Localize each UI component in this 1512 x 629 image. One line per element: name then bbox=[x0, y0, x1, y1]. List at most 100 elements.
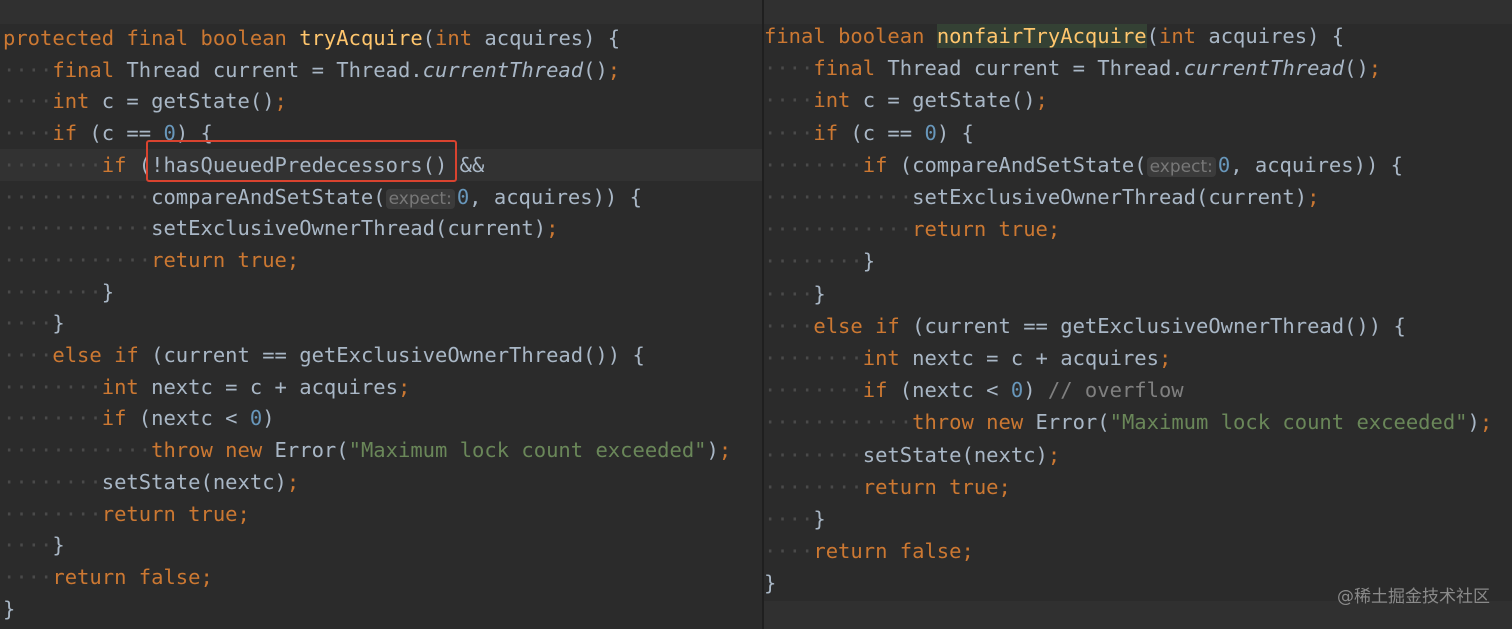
code-line[interactable]: ········} bbox=[0, 276, 762, 308]
code-token: int bbox=[52, 89, 90, 114]
code-line[interactable]: ········int nextc = c + acquires; bbox=[0, 371, 762, 403]
code-token: ; bbox=[237, 501, 250, 526]
indent-guide: ········ bbox=[764, 249, 863, 274]
code-line[interactable]: ············compareAndSetState(expect: 0,… bbox=[0, 181, 762, 213]
right-editor-pane[interactable]: final boolean nonfairTryAcquire(int acqu… bbox=[764, 0, 1512, 629]
code-token: 0 bbox=[924, 120, 937, 145]
code-line[interactable]: ········if (nextc < 0) bbox=[0, 402, 762, 434]
code-line[interactable]: ····else if (current == getExclusiveOwne… bbox=[764, 310, 1512, 342]
indent-guide: ········ bbox=[764, 152, 863, 177]
code-token: ; bbox=[718, 438, 732, 463]
code-token: } bbox=[862, 249, 876, 274]
code-token: (nextc < bbox=[126, 406, 250, 431]
indent-guide: ············ bbox=[3, 247, 152, 272]
code-line[interactable]: ········return true; bbox=[764, 471, 1512, 503]
code-token: if bbox=[813, 120, 839, 145]
code-token: } bbox=[3, 596, 16, 621]
code-token: ) bbox=[706, 438, 719, 463]
code-line[interactable]: } bbox=[0, 593, 762, 625]
code-token: setState(nextc) bbox=[862, 442, 1048, 467]
code-token: , acquires)) { bbox=[469, 184, 642, 209]
code-line[interactable]: final boolean nonfairTryAcquire(int acqu… bbox=[764, 20, 1512, 52]
code-line[interactable]: ············setExclusiveOwnerThread(curr… bbox=[0, 212, 762, 244]
left-editor-pane[interactable]: protected final boolean tryAcquire(int a… bbox=[0, 0, 762, 629]
code-line[interactable]: ····} bbox=[764, 503, 1512, 535]
code-line[interactable]: ········if (compareAndSetState(expect: 0,… bbox=[764, 149, 1512, 181]
code-token: } bbox=[52, 311, 65, 336]
code-line[interactable]: ········setState(nextc); bbox=[0, 466, 762, 498]
code-line[interactable]: ········setState(nextc); bbox=[764, 439, 1512, 471]
code-token: ) bbox=[1023, 378, 1048, 403]
indent-guide: ···· bbox=[3, 533, 53, 558]
code-token: ; bbox=[286, 469, 300, 494]
code-token: setState(nextc) bbox=[101, 469, 287, 494]
code-token: 0 bbox=[249, 406, 263, 431]
code-token: false bbox=[899, 539, 962, 564]
code-line[interactable]: ········if (nextc < 0) // overflow bbox=[764, 374, 1512, 406]
code-token: false bbox=[138, 564, 201, 589]
code-token: (current == getExclusiveOwnerThread()) { bbox=[899, 313, 1406, 338]
code-token: true bbox=[949, 474, 999, 499]
code-token: Thread current = Thread. bbox=[114, 57, 423, 82]
code-line[interactable]: protected final boolean tryAcquire(int a… bbox=[0, 22, 762, 54]
code-line[interactable]: ········return true; bbox=[0, 498, 762, 530]
code-line[interactable]: ············return true; bbox=[0, 244, 762, 276]
code-token: final bbox=[813, 56, 876, 81]
indent-guide: ············ bbox=[764, 217, 913, 242]
code-line[interactable]: ········} bbox=[764, 245, 1512, 277]
code-token: c = getState() bbox=[89, 89, 275, 114]
code-token: if bbox=[862, 152, 888, 177]
code-token: Thread current = Thread. bbox=[875, 56, 1184, 81]
code-token: nextc = c + acquires bbox=[138, 374, 398, 399]
code-token: nextc = c + acquires bbox=[899, 346, 1159, 370]
code-line[interactable]: ····else if (current == getExclusiveOwne… bbox=[0, 339, 762, 371]
code-token: Error( bbox=[262, 438, 349, 463]
indent-guide: ············ bbox=[3, 184, 152, 209]
code-comparison-screen: protected final boolean tryAcquire(int a… bbox=[0, 0, 1512, 629]
code-token: } bbox=[764, 571, 777, 596]
code-token: int bbox=[1158, 24, 1197, 48]
code-token: ; bbox=[998, 474, 1011, 499]
code-token: c = getState() bbox=[850, 88, 1036, 113]
code-line[interactable]: ····final Thread current = Thread.curren… bbox=[764, 52, 1512, 84]
code-line[interactable]: ····final Thread current = Thread.curren… bbox=[0, 54, 762, 86]
code-token: protected bbox=[3, 26, 115, 50]
code-line[interactable]: ····} bbox=[764, 278, 1512, 310]
code-token: ; bbox=[961, 539, 974, 564]
code-token: ; bbox=[1479, 410, 1493, 435]
code-token: if bbox=[101, 152, 127, 177]
code-line[interactable]: ············throw new Error("Maximum loc… bbox=[764, 406, 1512, 438]
code-token: } bbox=[52, 533, 65, 558]
code-token: return bbox=[52, 564, 127, 589]
code-line[interactable]: ············throw new Error("Maximum loc… bbox=[0, 434, 762, 466]
code-token: int bbox=[435, 26, 473, 50]
code-line[interactable]: ····} bbox=[0, 307, 762, 339]
code-token: ; bbox=[1047, 442, 1061, 467]
code-line[interactable]: ············setExclusiveOwnerThread(curr… bbox=[764, 181, 1512, 213]
code-line[interactable]: ····return false; bbox=[764, 535, 1512, 567]
code-token: if bbox=[862, 378, 888, 403]
code-line[interactable]: ····if (c == 0) { bbox=[764, 117, 1512, 149]
code-token: return bbox=[862, 474, 937, 499]
code-line[interactable]: ····} bbox=[0, 529, 762, 561]
indent-guide: ············ bbox=[3, 438, 152, 463]
code-line[interactable]: ····return false; bbox=[0, 561, 762, 593]
code-line[interactable]: ····int c = getState(); bbox=[0, 85, 762, 117]
has-queued-predecessors-highlight-box bbox=[146, 140, 457, 182]
code-line[interactable]: ············return true; bbox=[764, 213, 1512, 245]
code-token: return bbox=[813, 539, 888, 564]
code-line[interactable]: ····int c = getState(); bbox=[764, 84, 1512, 116]
code-token: (compareAndSetState( bbox=[887, 152, 1147, 177]
parameter-hint: expect: bbox=[1146, 156, 1216, 177]
indent-guide: ········ bbox=[3, 374, 102, 399]
indent-guide: ············ bbox=[764, 185, 913, 209]
code-line[interactable]: ········int nextc = c + acquires; bbox=[764, 342, 1512, 374]
